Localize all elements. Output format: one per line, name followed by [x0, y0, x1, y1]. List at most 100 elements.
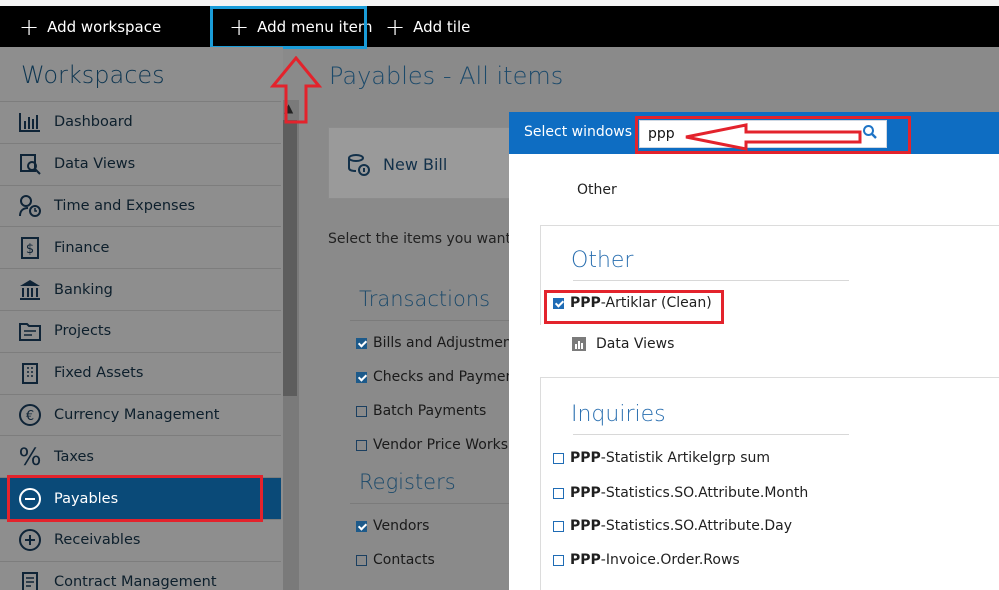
dashboard-icon [17, 109, 43, 135]
sidebar-item-finance[interactable]: $ Finance [0, 226, 281, 268]
time-expenses-icon [17, 193, 43, 219]
bank-icon [17, 277, 43, 303]
euro-icon: € [17, 402, 43, 428]
transactions-title: Transactions [359, 287, 491, 311]
item-prefix: PPP [570, 518, 601, 534]
checkbox[interactable] [553, 520, 564, 532]
sidebar-item-taxes[interactable]: % Taxes [0, 435, 281, 477]
checkbox[interactable] [553, 452, 564, 464]
item-label: -Statistics.SO.Attribute.Day [600, 518, 792, 534]
sidebar-item-label: Projects [54, 323, 112, 340]
sidebar-item-label: Data Views [54, 156, 136, 173]
item-prefix: PPP [570, 450, 601, 466]
list-item[interactable]: PPP -Invoice.Order.Rows [553, 552, 740, 568]
item-label: Vendors [373, 518, 430, 534]
registers-item[interactable]: Vendors [356, 518, 429, 534]
item-label: -Statistik Artikelgrp sum [600, 450, 771, 466]
checkbox[interactable] [356, 554, 367, 566]
sidebar-scrollbar-thumb[interactable] [283, 120, 297, 396]
left-arrow-annotation [685, 123, 862, 151]
percent-icon: % [18, 442, 42, 471]
finance-icon: $ [17, 235, 43, 261]
checkbox[interactable] [356, 439, 367, 451]
checkbox[interactable] [356, 371, 367, 383]
sidebar-item-time-expenses[interactable]: Time and Expenses [0, 184, 281, 227]
sidebar-item-label: Currency Management [54, 406, 220, 423]
page-title: Payables - All items [329, 62, 564, 90]
data-views-row[interactable]: Data Views [572, 336, 674, 352]
plus-circle-icon [17, 527, 43, 553]
sidebar-item-currency-management[interactable]: € Currency Management [0, 393, 281, 436]
data-views-label: Data Views [596, 336, 675, 352]
transactions-item[interactable]: Batch Payments [356, 403, 486, 419]
sidebar-item-receivables[interactable]: Receivables [0, 518, 281, 561]
sidebar-item-label: Dashboard [54, 114, 133, 131]
svg-text:€: € [26, 409, 34, 424]
sidebar-item-label: Receivables [54, 532, 141, 549]
checkbox[interactable] [553, 487, 564, 499]
new-bill-card[interactable]: New Bill [328, 127, 518, 199]
registers-item[interactable]: Contacts [356, 552, 435, 568]
add-menu-item-highlight [210, 6, 367, 49]
dialog-title: Select windows [524, 124, 633, 140]
up-arrow-annotation [270, 56, 322, 124]
item-label: Checks and Payments [373, 369, 528, 385]
item-label: -Invoice.Order.Rows [600, 552, 740, 568]
sidebar-item-data-views[interactable]: Data Views [0, 142, 281, 185]
sidebar-item-label: Banking [54, 281, 113, 298]
toolbar: + Add workspace + Add menu item + Add ti… [0, 6, 999, 47]
chart-icon [572, 337, 586, 351]
group-title: Inquiries [571, 402, 666, 427]
item-prefix: PPP [570, 485, 601, 501]
selected-item-highlight [544, 290, 724, 324]
item-label: Contacts [373, 552, 435, 568]
group-title: Other [571, 248, 634, 273]
sidebar-item-label: Fixed Assets [54, 365, 144, 382]
divider [573, 280, 849, 281]
item-label: Batch Payments [373, 403, 487, 419]
plus-icon: + [19, 12, 40, 41]
item-label: Bills and Adjustments [373, 335, 525, 351]
checkbox[interactable] [356, 405, 367, 417]
item-label: -Statistics.SO.Attribute.Month [600, 485, 809, 501]
sidebar-item-contract-management[interactable]: Contract Management [0, 560, 281, 590]
checkbox[interactable] [356, 337, 367, 349]
sidebar-item-label: Taxes [54, 448, 94, 465]
sidebar-item-label: Finance [54, 239, 110, 256]
sidebar-item-projects[interactable]: Projects [0, 309, 281, 352]
select-windows-dialog: Select windows Other Other PPP-Artiklar … [509, 112, 999, 590]
add-workspace-label: Add workspace [47, 17, 162, 36]
divider [350, 320, 510, 321]
divider [350, 503, 510, 504]
transactions-item[interactable]: Bills and Adjustments [356, 335, 524, 351]
item-label: Vendor Price Worksh [373, 437, 517, 453]
select-instructions: Select the items you want to [328, 231, 530, 247]
payables-highlight [7, 475, 263, 522]
bill-icon [347, 153, 371, 182]
list-item[interactable]: PPP -Statistik Artikelgrp sum [553, 450, 770, 466]
add-workspace-button[interactable]: + Add workspace [19, 6, 161, 47]
item-prefix: PPP [570, 552, 601, 568]
checkbox[interactable] [553, 554, 564, 566]
other-filter-label[interactable]: Other [577, 182, 617, 198]
projects-icon [17, 318, 43, 344]
checkbox[interactable] [356, 520, 367, 532]
add-tile-button[interactable]: + Add tile [385, 6, 470, 47]
divider [573, 434, 849, 435]
transactions-item[interactable]: Checks and Payments [356, 369, 527, 385]
list-item[interactable]: PPP -Statistics.SO.Attribute.Month [553, 485, 808, 501]
transactions-item[interactable]: Vendor Price Worksh [356, 437, 517, 453]
svg-text:$: $ [26, 242, 34, 257]
sidebar-title: Workspaces [21, 61, 165, 89]
data-views-icon [17, 151, 43, 177]
sidebar-item-fixed-assets[interactable]: Fixed Assets [0, 351, 281, 394]
sidebar-item-label: Contract Management [54, 574, 217, 590]
plus-icon: + [385, 12, 406, 41]
sidebar-item-label: Time and Expenses [54, 197, 196, 214]
contract-icon [17, 569, 43, 590]
list-item[interactable]: PPP -Statistics.SO.Attribute.Day [553, 518, 792, 534]
sidebar-item-dashboard[interactable]: Dashboard [0, 101, 281, 143]
sidebar-item-banking[interactable]: Banking [0, 268, 281, 310]
inquiries-group: Inquiries PPP -Statistik Artikelgrp sum P… [540, 377, 999, 590]
add-tile-label: Add tile [413, 17, 471, 36]
